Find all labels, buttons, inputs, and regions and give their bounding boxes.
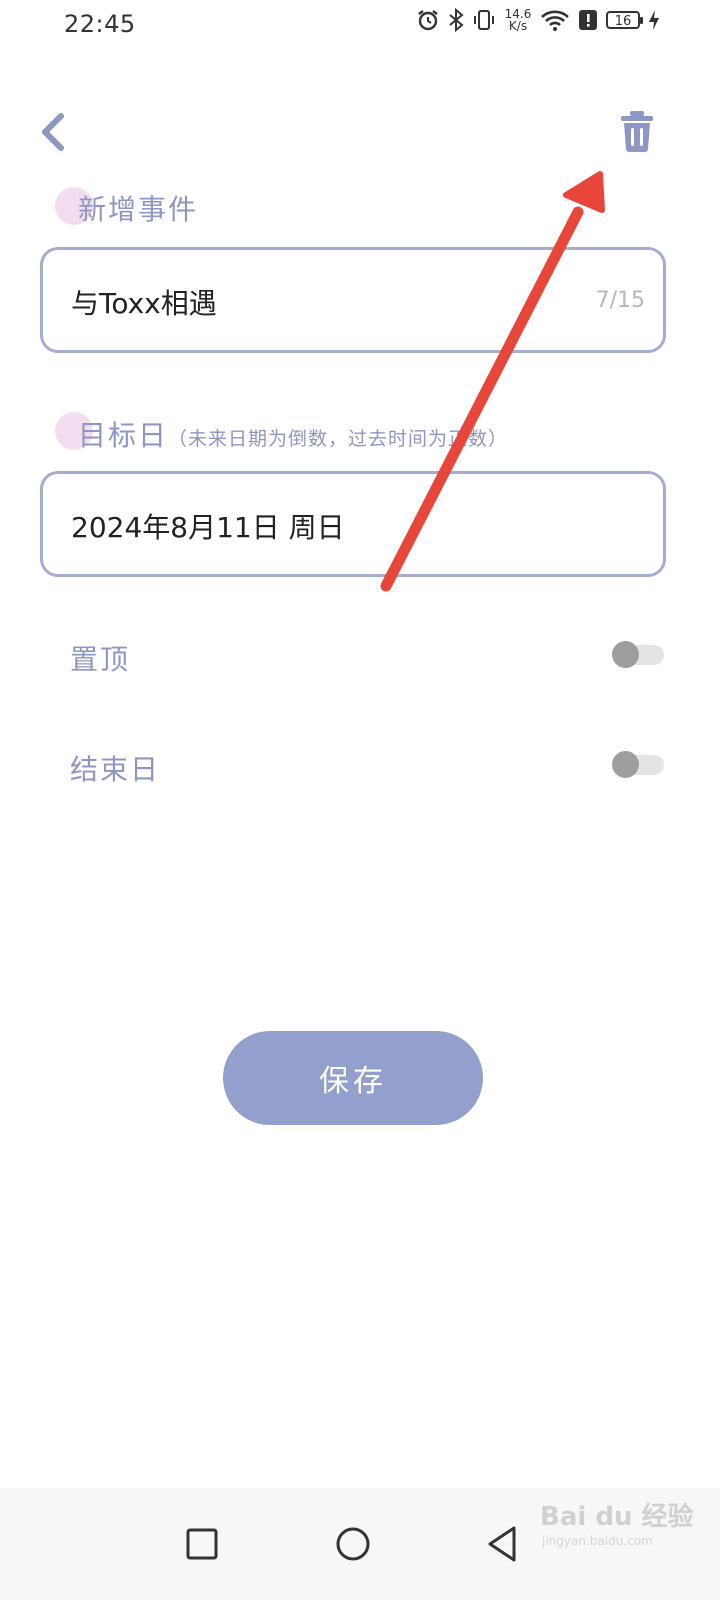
alert-icon [579,10,597,30]
pin-toggle[interactable] [612,641,664,668]
nav-back-button[interactable] [472,1514,532,1574]
recents-button[interactable] [172,1514,232,1574]
target-date-value[interactable]: 2024年8月11日 周日 [71,506,345,546]
status-time: 22:45 [64,10,136,38]
annotation-arrow [380,171,605,592]
toggle-thumb [612,641,639,668]
chevron-left-icon [42,113,64,151]
status-bar: 22:45 14.6 K/s 16 [0,0,720,50]
charging-icon [649,10,659,30]
trash-icon [621,111,653,152]
net-speed-unit: K/s [508,19,528,33]
save-button[interactable]: 保存 [223,1031,483,1125]
event-name-field[interactable]: 与Toxx相遇 7/15 [40,247,666,353]
target-date-title: 目标日 [78,419,169,452]
alarm-icon [418,10,438,31]
end-date-toggle[interactable] [612,751,664,778]
target-date-label: 目标日（未来日期为倒数，过去时间为正数） [78,414,508,454]
char-counter: 7/15 [595,288,645,313]
target-date-field[interactable]: 2024年8月11日 周日 [40,471,666,577]
back-button[interactable] [30,108,78,156]
recents-square-icon [186,1528,218,1560]
event-name-value[interactable]: 与Toxx相遇 [71,282,217,322]
watermark-logo: Bai du 经验 [540,1502,694,1532]
watermark-url: jingyan.baidu.com [542,1534,653,1548]
target-date-hint: （未来日期为倒数，过去时间为正数） [168,428,509,450]
home-circle-icon [336,1527,370,1561]
vibrate-icon [474,10,494,30]
battery-icon: 16 [606,11,643,29]
end-date-label: 结束日 [70,753,161,786]
home-button[interactable] [323,1514,383,1574]
toggle-thumb [612,751,639,778]
delete-button[interactable] [612,106,662,156]
wifi-icon [541,10,569,31]
pin-label: 置顶 [70,643,131,676]
back-triangle-icon [488,1526,516,1562]
event-name-label: 新增事件 [78,193,199,226]
bluetooth-icon [449,8,464,32]
status-icons: 14.6 K/s 16 [416,8,660,32]
net-speed: 14.6 K/s [504,8,532,32]
